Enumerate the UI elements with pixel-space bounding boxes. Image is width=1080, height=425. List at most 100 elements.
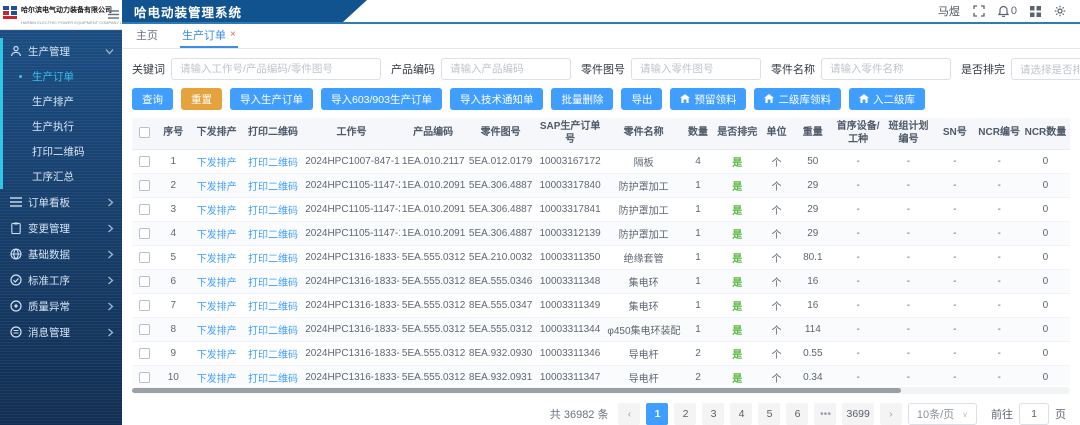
cell-part_no: 5EA.210.0032: [466, 246, 534, 270]
row-checkbox[interactable]: [139, 348, 150, 359]
notification-bell-icon[interactable]: 0: [998, 5, 1017, 17]
keyword-input[interactable]: [171, 58, 381, 80]
user-name[interactable]: 马煜: [938, 3, 960, 19]
cell-print[interactable]: 打印二维码: [243, 222, 303, 246]
cell-product_code: 5EA.555.0312: [400, 294, 466, 318]
page-jump-input[interactable]: [1019, 403, 1049, 425]
page-button-2[interactable]: 2: [674, 403, 696, 425]
cell-print[interactable]: 打印二维码: [243, 246, 303, 270]
sidebar-item-label: 基础数据: [28, 247, 101, 262]
sidebar-collapse-icon[interactable]: [108, 10, 119, 19]
page-button-1[interactable]: 1: [646, 403, 668, 425]
fullscreen-icon[interactable]: [973, 5, 985, 17]
page-button-6[interactable]: 6: [786, 403, 808, 425]
sidebar-item-消息管理[interactable]: 消息管理: [0, 319, 122, 345]
cell-sap_no: 10003311347: [535, 366, 606, 386]
pagination-bar: 共 36982 条 ‹ 123456•••3699 › 10条/页 ∨ 前往 页: [132, 396, 1070, 425]
reset-button[interactable]: 重置: [181, 88, 222, 110]
row-checkbox[interactable]: [139, 204, 150, 215]
row-checkbox[interactable]: [139, 300, 150, 311]
sidebar-item-变更管理[interactable]: 变更管理: [0, 215, 122, 241]
page-button-5[interactable]: 5: [758, 403, 780, 425]
cell-dispatch[interactable]: 下发排产: [190, 150, 242, 174]
sidebar-item-基础数据[interactable]: 基础数据: [0, 241, 122, 267]
export-button[interactable]: 导出: [621, 88, 662, 110]
row-checkbox[interactable]: [139, 228, 150, 239]
sidebar-group: 标准工序: [0, 267, 122, 293]
prev-page-button[interactable]: ‹: [618, 403, 640, 425]
cell-remark: -: [1069, 246, 1070, 270]
cell-print[interactable]: 打印二维码: [243, 174, 303, 198]
cell-dispatch[interactable]: 下发排产: [190, 294, 242, 318]
select-all-checkbox[interactable]: [139, 127, 150, 138]
table-header: 序号下发排产打印二维码工作号产品编码零件图号SAP生产订单号零件名称数量是否排完…: [132, 118, 1070, 150]
cell-dispatch[interactable]: 下发排产: [190, 222, 242, 246]
cell-print[interactable]: 打印二维码: [243, 366, 303, 386]
import-603-button[interactable]: 导入603/903生产订单: [321, 88, 442, 110]
cell-print[interactable]: 打印二维码: [243, 270, 303, 294]
cell-work_no: 2024HPC1316-1833-2: [303, 294, 400, 318]
tab-生产订单[interactable]: 生产订单×: [180, 23, 238, 48]
settings-gear-icon[interactable]: [1054, 5, 1066, 17]
cell-part_no: 5EA.306.4887: [466, 174, 534, 198]
row-checkbox[interactable]: [139, 156, 150, 167]
row-checkbox[interactable]: [139, 324, 150, 335]
cell-scheduled: 是: [714, 366, 760, 386]
scheduled-select[interactable]: 请选择是否排完∨: [1011, 58, 1080, 80]
reserve-material-button[interactable]: 预留领料: [670, 88, 746, 110]
part-name-input[interactable]: [821, 58, 951, 80]
cell-print[interactable]: 打印二维码: [243, 318, 303, 342]
sidebar-subitem-生产执行[interactable]: 生产执行: [3, 114, 122, 139]
batch-delete-button[interactable]: 批量删除: [551, 88, 613, 110]
page-button-3699[interactable]: 3699: [842, 403, 873, 425]
sidebar-subitem-工序汇总[interactable]: 工序汇总: [3, 164, 122, 189]
import-notice-button[interactable]: 导入技术通知单: [450, 88, 544, 110]
sidebar-subitem-生产订单[interactable]: 生产订单: [3, 64, 122, 89]
page-ellipsis[interactable]: •••: [814, 403, 836, 425]
sidebar-item-订单看板[interactable]: 订单看板: [0, 189, 122, 215]
row-select-cell: [132, 150, 156, 174]
row-select-cell: [132, 198, 156, 222]
secondary-store-pick-button[interactable]: 二级库领料: [754, 88, 841, 110]
cell-print[interactable]: 打印二维码: [243, 294, 303, 318]
row-checkbox[interactable]: [139, 252, 150, 263]
cell-dispatch[interactable]: 下发排产: [190, 318, 242, 342]
next-page-button[interactable]: ›: [880, 403, 902, 425]
row-checkbox[interactable]: [139, 372, 150, 383]
tab-主页[interactable]: 主页: [134, 23, 160, 48]
row-checkbox[interactable]: [139, 276, 150, 287]
cell-print[interactable]: 打印二维码: [243, 198, 303, 222]
cell-product_code: 5EA.555.0312: [400, 318, 466, 342]
apps-grid-icon[interactable]: [1030, 6, 1041, 17]
page-size-select[interactable]: 10条/页 ∨: [908, 403, 977, 425]
into-secondary-store-button[interactable]: 入二级库: [849, 88, 925, 110]
cell-dispatch[interactable]: 下发排产: [190, 270, 242, 294]
cell-dispatch[interactable]: 下发排产: [190, 342, 242, 366]
row-checkbox[interactable]: [139, 180, 150, 191]
horizontal-scrollbar-thumb[interactable]: [132, 388, 901, 393]
cell-dispatch[interactable]: 下发排产: [190, 174, 242, 198]
part-no-input[interactable]: [631, 58, 761, 80]
horizontal-scrollbar-track[interactable]: [132, 387, 1070, 394]
import-order-button[interactable]: 导入生产订单: [230, 88, 313, 110]
cell-dispatch[interactable]: 下发排产: [190, 198, 242, 222]
search-button[interactable]: 查询: [132, 88, 173, 110]
cell-dispatch[interactable]: 下发排产: [190, 246, 242, 270]
cell-qty: 1: [682, 270, 714, 294]
cell-print[interactable]: 打印二维码: [243, 150, 303, 174]
sidebar-item-生产管理[interactable]: 生产管理: [3, 38, 122, 64]
sidebar-subitem-生产排产[interactable]: 生产排产: [3, 89, 122, 114]
page-button-3[interactable]: 3: [702, 403, 724, 425]
sidebar-subitem-打印二维码[interactable]: 打印二维码: [3, 139, 122, 164]
column-header-sn: SN号: [934, 118, 976, 150]
cell-sn: -: [934, 246, 976, 270]
cell-dispatch[interactable]: 下发排产: [190, 366, 242, 386]
cell-scheduled: 是: [714, 294, 760, 318]
tab-close-icon[interactable]: ×: [230, 30, 236, 40]
cell-work_no: 2024HPC1316-1833-2: [303, 318, 400, 342]
cell-print[interactable]: 打印二维码: [243, 342, 303, 366]
sidebar-item-质量异常[interactable]: 质量异常: [0, 293, 122, 319]
product-code-input[interactable]: [441, 58, 571, 80]
page-button-4[interactable]: 4: [730, 403, 752, 425]
sidebar-item-标准工序[interactable]: 标准工序: [0, 267, 122, 293]
